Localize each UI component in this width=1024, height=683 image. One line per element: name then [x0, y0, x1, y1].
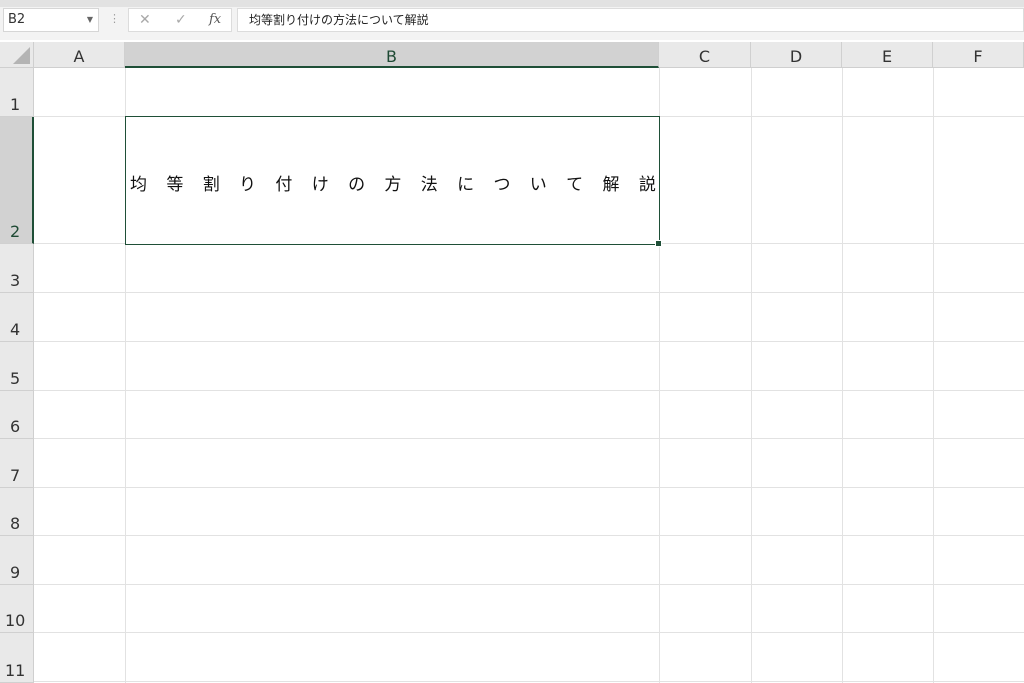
- column-header-a[interactable]: A: [34, 42, 125, 68]
- row-header-8[interactable]: 8: [0, 488, 34, 536]
- row-number: 1: [10, 95, 21, 114]
- active-cell-b2[interactable]: 均等割り付けの方法について解説: [125, 116, 662, 247]
- cell-b2-text: 均等割り付けの方法について解説: [126, 119, 659, 246]
- name-box[interactable]: B2 ▼: [3, 8, 99, 32]
- gridline: [34, 292, 1024, 293]
- gridline: [34, 535, 1024, 536]
- cell-b2-char: 説: [638, 175, 656, 195]
- row-header-3[interactable]: 3: [0, 244, 34, 293]
- row-number: 10: [5, 611, 26, 630]
- row-number: 4: [10, 320, 21, 339]
- cell-b2-char: 付: [275, 175, 293, 195]
- cell-b2-char: に: [457, 175, 475, 195]
- cell-b2-char: り: [239, 175, 257, 195]
- cell-b2-char: つ: [493, 175, 511, 195]
- formula-controls: ✕ ✓ fx: [128, 8, 232, 32]
- gridline: [34, 438, 1024, 439]
- column-header-b[interactable]: B: [125, 42, 659, 68]
- cell-b2-char: い: [529, 175, 547, 195]
- row-number: 8: [10, 514, 21, 533]
- gridline: [933, 68, 934, 683]
- row-header-2[interactable]: 2: [0, 117, 34, 244]
- cell-b2-char: 解: [602, 175, 620, 195]
- formula-bar: B2 ▼ ⋮ ✕ ✓ fx 均等割り付けの方法について解説: [0, 0, 1024, 40]
- check-icon[interactable]: ✓: [175, 9, 187, 31]
- row-number: 3: [10, 271, 21, 290]
- column-header-e[interactable]: E: [842, 42, 933, 68]
- gridline: [34, 584, 1024, 585]
- row-header-6[interactable]: 6: [0, 391, 34, 439]
- name-box-value: B2: [8, 12, 26, 27]
- fill-handle[interactable]: [655, 240, 662, 247]
- row-number: 11: [5, 661, 26, 680]
- gridline: [34, 487, 1024, 488]
- row-header-1[interactable]: 1: [0, 68, 34, 117]
- spreadsheet-grid[interactable]: A B C D E F 1 2 3 4 5 6 7 8 9 10 11 均等割り…: [0, 42, 1024, 683]
- row-number: 7: [10, 466, 21, 485]
- row-number: 2: [10, 222, 21, 241]
- row-header-7[interactable]: 7: [0, 439, 34, 488]
- more-icon[interactable]: ⋮: [109, 12, 120, 26]
- gridline: [34, 681, 1024, 682]
- cell-b2-char: 法: [420, 175, 438, 195]
- cell-b2-char: 均: [130, 175, 147, 195]
- insert-function-icon[interactable]: fx: [209, 9, 221, 31]
- gridline: [34, 341, 1024, 342]
- column-header-c[interactable]: C: [659, 42, 751, 68]
- chevron-down-icon[interactable]: ▼: [87, 9, 93, 31]
- row-number: 6: [10, 417, 21, 436]
- select-all-icon: [13, 47, 30, 64]
- window-top-edge: [0, 0, 1024, 7]
- cell-b2-char: 方: [384, 175, 402, 195]
- cell-b2-char: け: [311, 175, 329, 195]
- gridline: [842, 68, 843, 683]
- column-header-d[interactable]: D: [751, 42, 842, 68]
- row-header-4[interactable]: 4: [0, 293, 34, 342]
- row-header-9[interactable]: 9: [0, 536, 34, 585]
- row-header-5[interactable]: 5: [0, 342, 34, 391]
- gridline: [751, 68, 752, 683]
- cell-b2-char: て: [566, 175, 584, 195]
- gridline: [34, 632, 1024, 633]
- row-number: 9: [10, 563, 21, 582]
- formula-input[interactable]: 均等割り付けの方法について解説: [237, 8, 1024, 32]
- cell-b2-char: 等: [166, 175, 184, 195]
- cell-b2-char: の: [348, 175, 366, 195]
- select-all-button[interactable]: [0, 42, 34, 68]
- cancel-icon[interactable]: ✕: [139, 9, 151, 31]
- row-header-11[interactable]: 11: [0, 633, 34, 683]
- column-header-f[interactable]: F: [933, 42, 1024, 68]
- gridline: [34, 390, 1024, 391]
- cell-b2-char: 割: [202, 175, 220, 195]
- row-number: 5: [10, 369, 21, 388]
- row-header-10[interactable]: 10: [0, 585, 34, 633]
